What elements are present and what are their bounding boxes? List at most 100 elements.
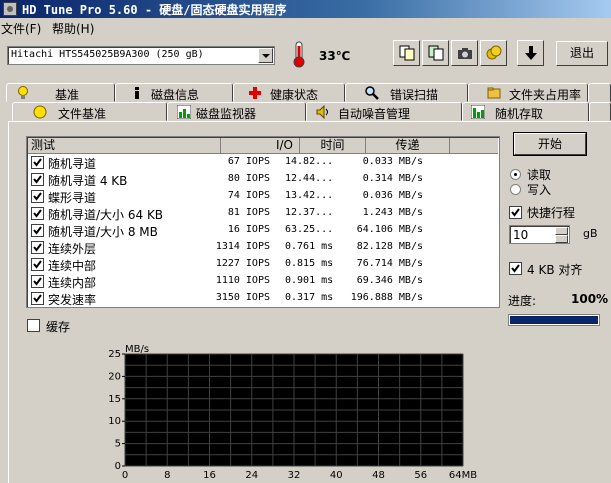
- health-button[interactable]: [480, 40, 507, 66]
- col-header-test[interactable]: 测试: [28, 138, 221, 154]
- align-4kb-checkbox[interactable]: [509, 262, 522, 275]
- short-stroke-label: 快捷行程: [527, 206, 576, 220]
- tab-random-access[interactable]: 随机存取: [462, 102, 589, 122]
- speaker-icon: [316, 105, 328, 119]
- copy-alt-button[interactable]: [422, 40, 449, 66]
- spinner-down-icon[interactable]: [555, 235, 568, 243]
- x-tick-label: 56: [414, 470, 427, 478]
- short-stroke-checkbox[interactable]: [509, 206, 522, 219]
- menu-help[interactable]: 帮助(H): [52, 20, 94, 37]
- table-row[interactable]: 随机寻道/大小 64 KB 81 IOPS 12.37... 1.243 MB/s: [28, 205, 498, 222]
- results-table: 测试 I/O 时间 传递 随机寻道 67 IOPS 14.82... 0.033 MB…: [26, 136, 500, 308]
- row-checkbox[interactable]: [31, 207, 44, 220]
- row-checkbox[interactable]: [31, 224, 44, 237]
- row-checkbox[interactable]: [31, 156, 44, 169]
- y-tick-label: 15: [108, 394, 121, 405]
- tab-health[interactable]: 健康状态: [233, 83, 345, 102]
- health-cross-icon: [249, 87, 261, 99]
- temperature-readout: 33℃: [319, 49, 351, 63]
- row-io: 81 IOPS: [227, 207, 270, 218]
- row-checkbox[interactable]: [31, 241, 44, 254]
- tab-overflow[interactable]: [588, 83, 611, 102]
- x-tick-label: 0: [122, 470, 128, 478]
- progress-bar: [508, 314, 600, 326]
- table-row[interactable]: 随机寻道 67 IOPS 14.82... 0.033 MB/s: [28, 154, 498, 171]
- tab-overflow-2[interactable]: [589, 102, 611, 121]
- row-io: 16 IOPS: [227, 224, 270, 235]
- read-radio[interactable]: [510, 169, 521, 180]
- x-tick-label: 40: [330, 470, 343, 478]
- exit-button[interactable]: 退出: [556, 41, 608, 66]
- row-time: 0.901 ms: [285, 275, 334, 286]
- checkmark-icon: [33, 260, 42, 269]
- row-checkbox[interactable]: [31, 292, 44, 305]
- save-button[interactable]: [517, 40, 544, 66]
- tab-folder-usage[interactable]: 文件夹占用率: [468, 83, 588, 102]
- table-row[interactable]: 连续外层 1314 IOPS 0.761 ms 82.128 MB/s: [28, 239, 498, 256]
- align-4kb-label: 4 KB 对齐: [527, 263, 583, 277]
- copy-button[interactable]: [393, 40, 420, 66]
- cache-label: 缓存: [46, 320, 71, 334]
- col-header-rate[interactable]: 传递: [366, 138, 450, 154]
- screenshot-button[interactable]: [451, 40, 478, 66]
- magnifier-icon: [365, 86, 379, 100]
- cache-checkbox[interactable]: [27, 319, 40, 332]
- chevron-down-icon[interactable]: [258, 48, 273, 63]
- short-stroke-spinner[interactable]: 10: [509, 225, 570, 244]
- table-row[interactable]: 随机寻道/大小 8 MB 16 IOPS 63.25... 64.106 MB/s: [28, 222, 498, 239]
- y-tick-label: 20: [108, 371, 121, 382]
- row-io: 67 IOPS: [227, 156, 270, 167]
- row-checkbox[interactable]: [31, 173, 44, 186]
- row-time: 0.761 ms: [285, 241, 334, 252]
- write-label: 写入: [527, 183, 552, 197]
- window-title: HD Tune Pro 5.60 - 硬盘/固态硬盘实用程序: [22, 3, 287, 17]
- y-tick-label: 0: [115, 461, 121, 472]
- table-row[interactable]: 连续中部 1227 IOPS 0.815 ms 76.714 MB/s: [28, 256, 498, 273]
- row-test-name: 随机寻道/大小 64 KB: [48, 208, 164, 222]
- table-row[interactable]: 突发速率 3150 IOPS 0.317 ms 196.888 MB/s: [28, 290, 498, 307]
- row-test-name: 随机寻道: [48, 157, 97, 171]
- row-io: 1227 IOPS: [215, 258, 270, 269]
- col-header-filler: [450, 138, 498, 154]
- checkmark-icon: [33, 294, 42, 303]
- random-access-icon: [471, 105, 485, 119]
- thermometer-icon: [293, 41, 305, 68]
- tab-file-benchmark[interactable]: 文件基准: [12, 102, 167, 121]
- menu-file[interactable]: 文件(F): [1, 20, 41, 37]
- table-row[interactable]: 随机寻道 4 KB 80 IOPS 12.44... 0.314 MB/s: [28, 171, 498, 188]
- row-test-name: 连续内部: [48, 276, 97, 290]
- transfer-chart: MB/s 0 5 10 15 20 25 0 8 16 24 32 40 48 56 64MB: [108, 344, 477, 478]
- row-checkbox[interactable]: [31, 190, 44, 203]
- row-test-name: 随机寻道 4 KB: [48, 174, 128, 188]
- row-checkbox[interactable]: [31, 258, 44, 271]
- drive-select-value: Hitachi HTS545025B9A300 (250 gB): [11, 49, 204, 60]
- y-tick-label: 5: [115, 439, 121, 450]
- row-time: 12.44...: [285, 173, 334, 184]
- tab-noise-management[interactable]: 自动噪音管理: [306, 102, 462, 121]
- copy-alt-icon: [428, 45, 444, 61]
- spinner-up-icon[interactable]: [555, 227, 568, 235]
- row-rate: 82.128 MB/s: [356, 241, 423, 252]
- row-io: 74 IOPS: [227, 190, 270, 201]
- tab-error-scan[interactable]: 错误扫描: [345, 83, 468, 102]
- checkmark-icon: [33, 243, 42, 252]
- row-checkbox[interactable]: [31, 275, 44, 288]
- table-row[interactable]: 连续内部 1110 IOPS 0.901 ms 69.346 MB/s: [28, 273, 498, 290]
- tab-benchmark[interactable]: 基准: [6, 83, 115, 102]
- row-time: 13.42...: [285, 190, 334, 201]
- short-stroke-unit: gB: [583, 227, 598, 240]
- health-coins-icon: [486, 45, 502, 60]
- table-row[interactable]: 蝶形寻道 74 IOPS 13.42... 0.036 MB/s: [28, 188, 498, 205]
- checkmark-icon: [33, 158, 42, 167]
- row-io: 1314 IOPS: [215, 241, 270, 252]
- tab-disk-monitor[interactable]: 磁盘监视器: [167, 102, 306, 121]
- col-header-time[interactable]: 时间: [300, 138, 366, 154]
- drive-select[interactable]: Hitachi HTS545025B9A300 (250 gB): [7, 46, 275, 65]
- x-tick-label: 24: [245, 470, 258, 478]
- menu-bar: 文件(F) 帮助(H): [0, 19, 611, 36]
- write-radio[interactable]: [510, 184, 521, 195]
- col-header-io[interactable]: I/O: [221, 138, 300, 154]
- tab-disk-info[interactable]: 磁盘信息: [115, 83, 233, 102]
- start-button[interactable]: 开始: [514, 133, 586, 155]
- info-icon: [135, 87, 139, 99]
